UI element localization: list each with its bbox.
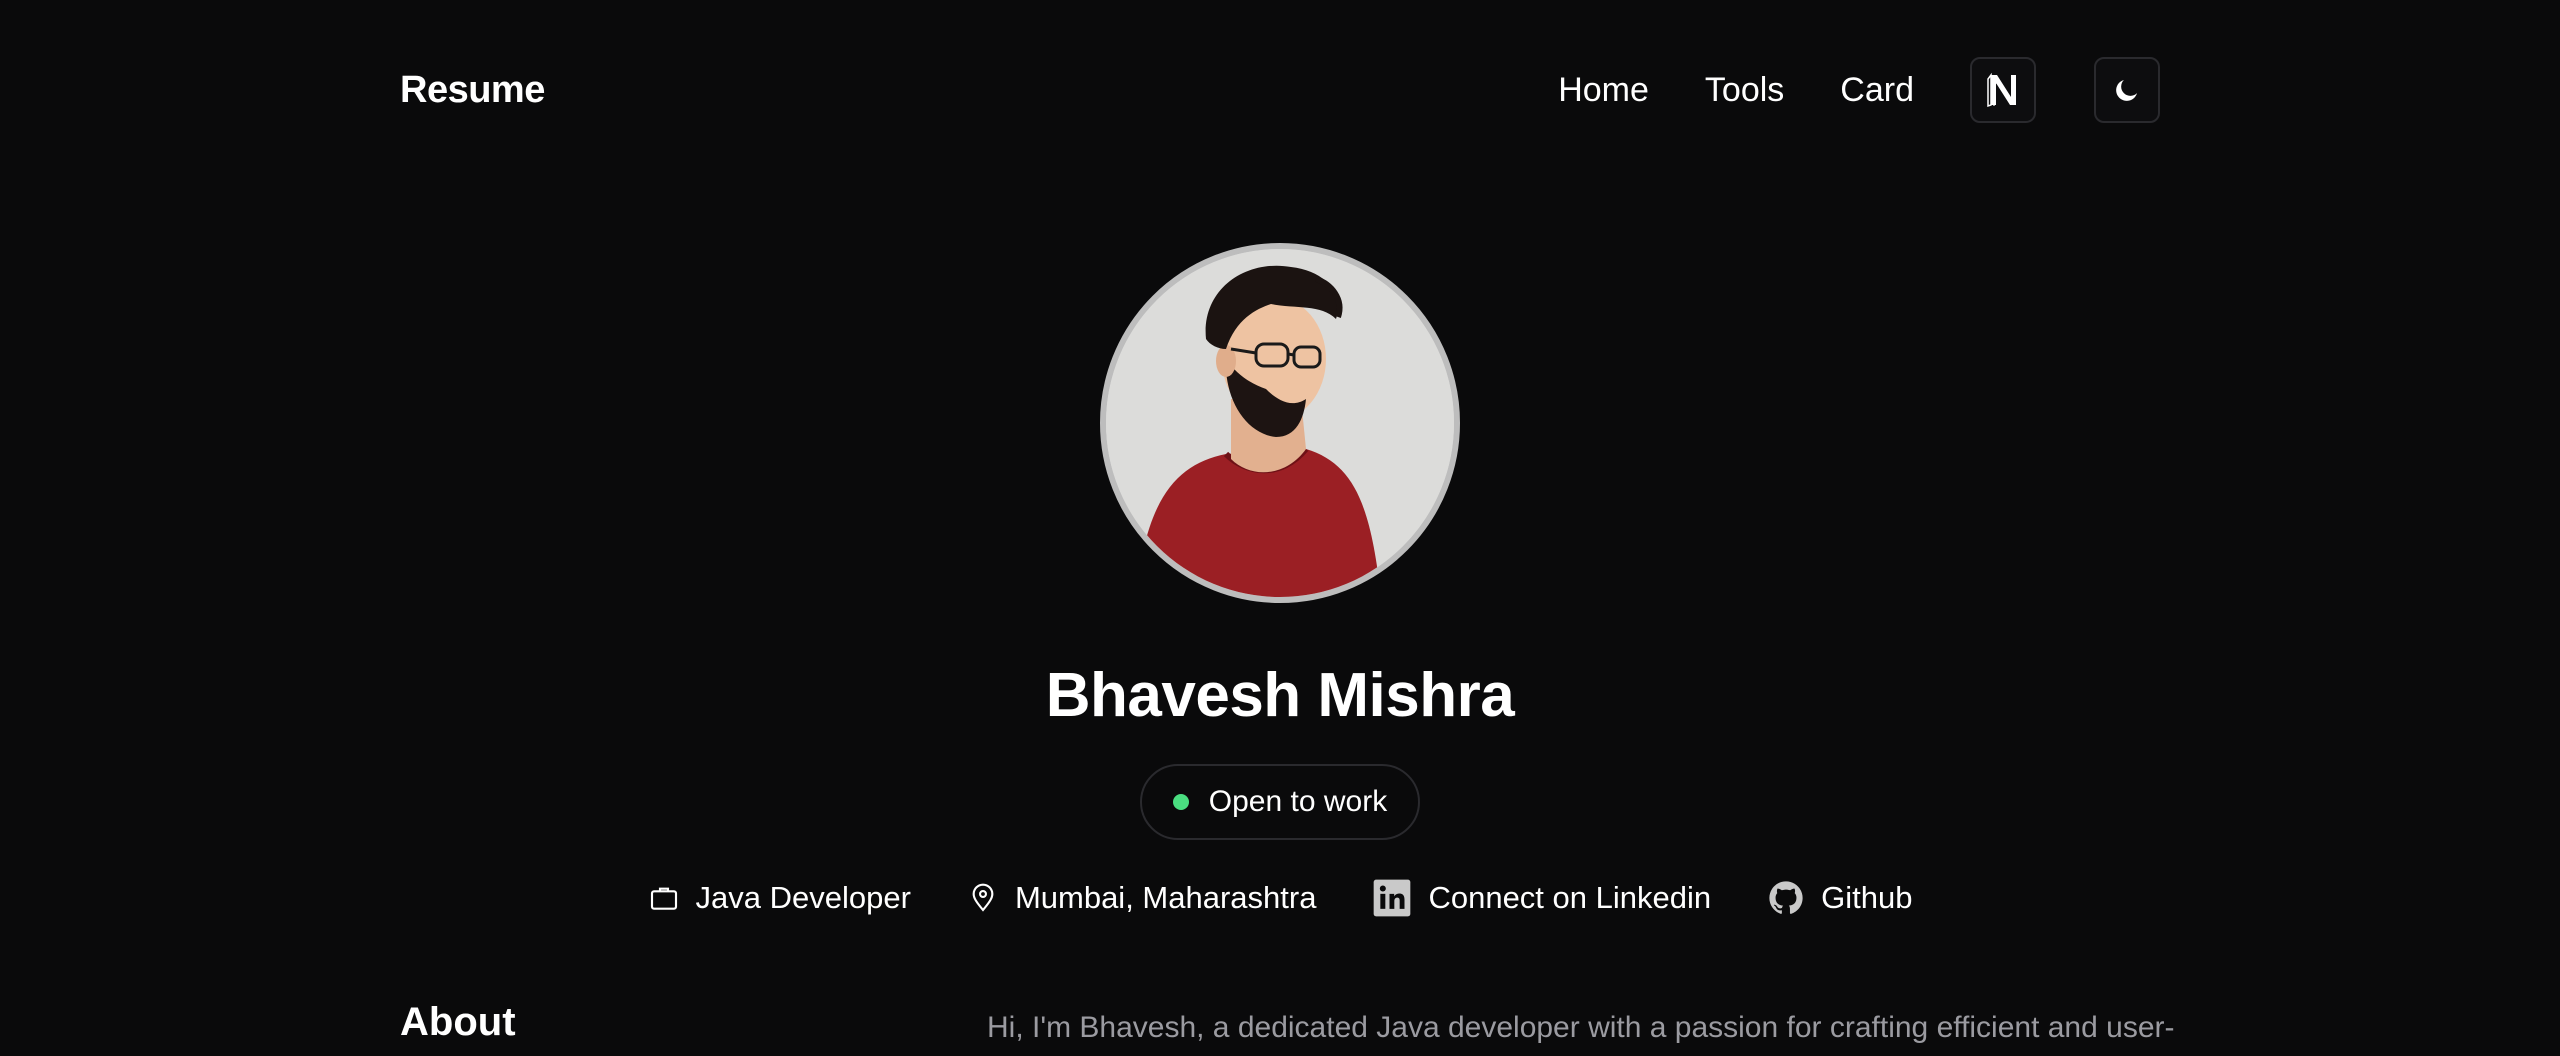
brand-logo-link[interactable]: Resume (400, 69, 545, 112)
about-heading: About (400, 1000, 516, 1044)
nav-home-link[interactable]: Home (1558, 71, 1649, 110)
detail-job-title: Java Developer (648, 880, 911, 916)
linkedin-icon (1374, 879, 1411, 917)
main-nav: Home Tools Card (1558, 57, 2160, 123)
github-link[interactable]: Github (1767, 879, 1912, 917)
notion-n-icon (1987, 72, 2016, 108)
github-link-label: Github (1821, 880, 1913, 915)
theme-toggle-button[interactable] (2094, 57, 2160, 123)
nav-card-link[interactable]: Card (1840, 71, 1914, 110)
moon-icon (2116, 80, 2137, 101)
resume-page: Resume Home Tools Card Bhavesh Mishra Op… (0, 0, 2560, 1056)
notion-button[interactable] (1970, 57, 2036, 123)
briefcase-icon (650, 887, 677, 910)
status-badge: Open to work (1140, 764, 1420, 840)
status-indicator-dot (1172, 794, 1189, 810)
linkedin-link[interactable]: Connect on Linkedin (1372, 878, 1711, 918)
profile-details-row: Java Developer Mumbai, Maharashtra Conne… (0, 870, 2560, 926)
detail-location-label: Mumbai, Maharashtra (1014, 880, 1317, 915)
status-label: Open to work (1208, 785, 1388, 818)
detail-job-title-label: Java Developer (695, 880, 911, 915)
profile-avatar (1100, 243, 1460, 603)
detail-location: Mumbai, Maharashtra (967, 880, 1317, 916)
site-header: Resume Home Tools Card (400, 56, 2160, 124)
about-text: Hi, I'm Bhavesh, a dedicated Java develo… (987, 1011, 2175, 1044)
nav-tools-link[interactable]: Tools (1705, 71, 1784, 110)
github-icon (1769, 881, 1803, 914)
linkedin-link-label: Connect on Linkedin (1428, 880, 1712, 915)
map-pin-icon (972, 883, 994, 912)
profile-name: Bhavesh Mishra (1045, 661, 1515, 730)
avatar-illustration (1106, 249, 1454, 597)
